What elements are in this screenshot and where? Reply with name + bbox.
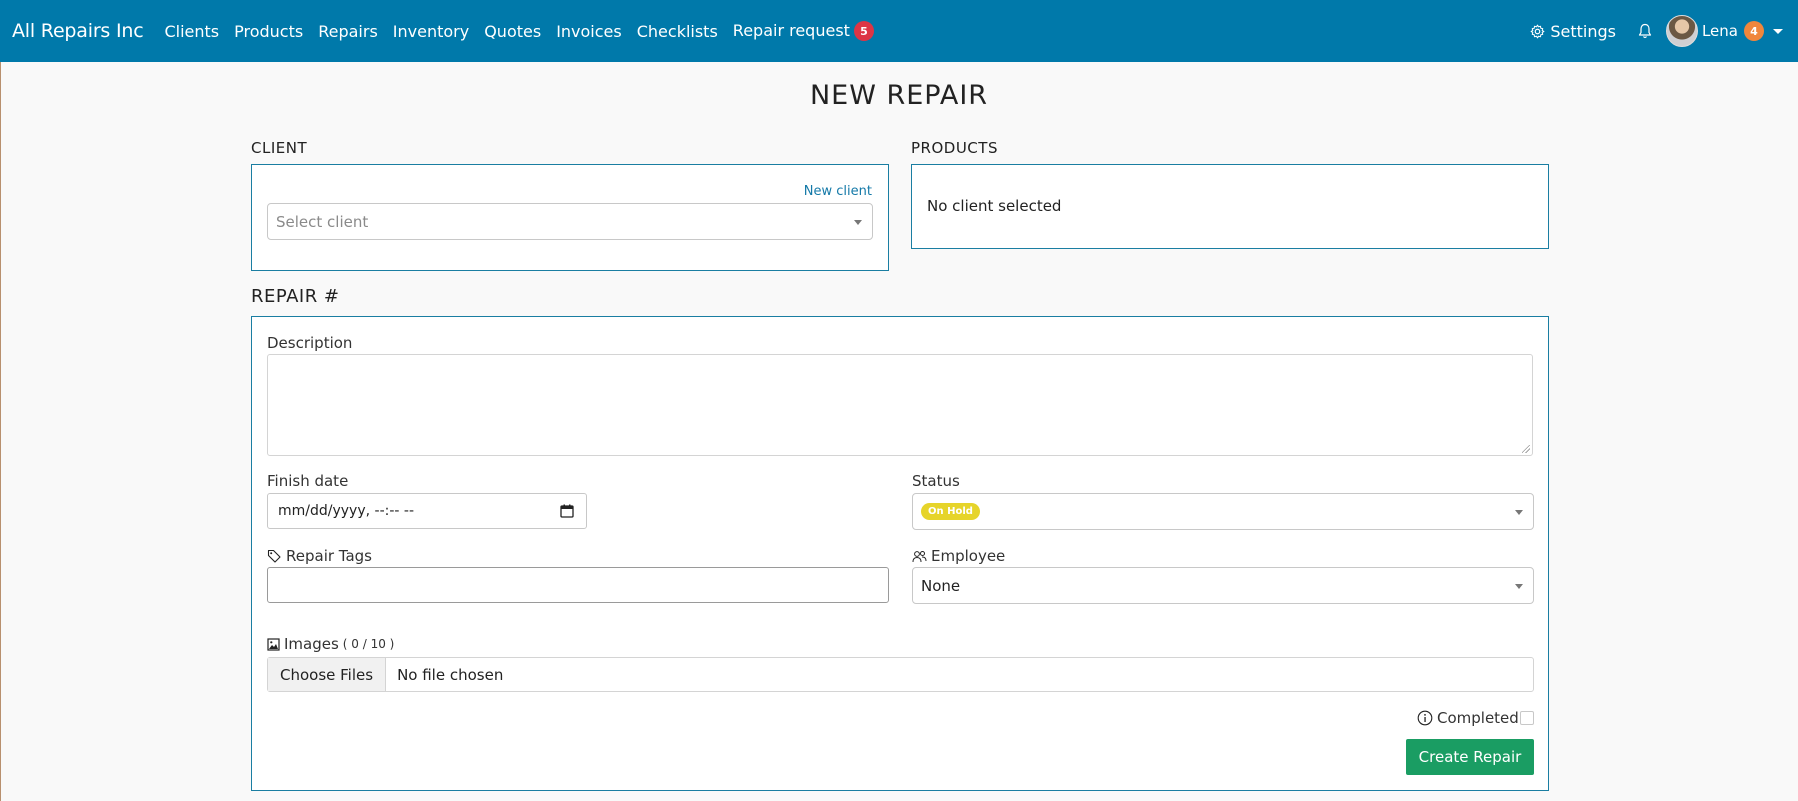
settings-link[interactable]: Settings xyxy=(1530,22,1616,41)
products-section-title: PRODUCTS xyxy=(911,139,998,157)
finish-date-placeholder: mm/dd/yyyy, --:-- -- xyxy=(278,503,415,519)
info-icon xyxy=(1417,710,1433,726)
repair-tags-label: Repair Tags xyxy=(267,547,372,565)
settings-label: Settings xyxy=(1550,21,1616,41)
create-repair-button[interactable]: Create Repair xyxy=(1406,739,1534,775)
resize-handle[interactable] xyxy=(1522,445,1530,453)
page-left-edge xyxy=(0,0,1,801)
completed-label: Completed xyxy=(1417,709,1519,727)
repair-tags-input[interactable] xyxy=(267,567,889,603)
notifications-button[interactable] xyxy=(1638,23,1652,39)
client-select-placeholder: Select client xyxy=(276,212,369,231)
calendar-icon[interactable] xyxy=(560,504,574,518)
tag-icon xyxy=(267,549,281,563)
finish-date-label: Finish date xyxy=(267,472,349,490)
status-on-hold-badge: On Hold xyxy=(921,503,980,520)
user-menu[interactable]: Lena 4 xyxy=(1665,15,1783,47)
client-section-title: CLIENT xyxy=(251,139,308,157)
image-icon xyxy=(267,637,280,651)
completed-checkbox[interactable] xyxy=(1520,711,1534,725)
employee-label: Employee xyxy=(912,547,1005,565)
top-navbar: All Repairs Inc Clients Products Repairs… xyxy=(0,0,1798,62)
completed-label-text: Completed xyxy=(1437,709,1519,727)
client-select[interactable]: Select client xyxy=(267,203,873,240)
description-label: Description xyxy=(267,334,353,352)
navbar-right: Settings Lena 4 xyxy=(1530,0,1798,62)
description-textarea[interactable] xyxy=(267,354,1533,456)
repair-tags-label-text: Repair Tags xyxy=(286,547,373,565)
user-notification-badge: 4 xyxy=(1744,21,1764,41)
repair-section-title: REPAIR # xyxy=(251,286,340,307)
nav-inventory[interactable]: Inventory xyxy=(393,22,469,41)
repair-panel: Description Finish date mm/dd/yyyy, --:-… xyxy=(251,316,1549,791)
images-label-text: Images xyxy=(284,635,339,653)
file-status-text: No file chosen xyxy=(397,665,504,684)
status-select[interactable]: On Hold xyxy=(912,493,1534,530)
employee-select-value: None xyxy=(921,576,961,595)
client-panel: New client Select client xyxy=(251,164,889,271)
chevron-down-icon xyxy=(1773,28,1783,34)
user-name: Lena xyxy=(1701,22,1738,40)
new-client-link[interactable]: New client xyxy=(804,184,872,199)
gear-icon xyxy=(1530,24,1545,38)
page-title: NEW REPAIR xyxy=(809,80,989,111)
brand-name[interactable]: All Repairs Inc xyxy=(12,20,144,42)
nav-repair-request[interactable]: Repair request 5 xyxy=(733,21,874,42)
dropdown-arrow-icon xyxy=(854,220,862,225)
users-icon xyxy=(912,550,927,562)
products-panel: No client selected xyxy=(911,164,1549,249)
nav-repairs[interactable]: Repairs xyxy=(318,22,378,41)
bell-icon xyxy=(1638,23,1652,39)
nav-repair-request-label: Repair request xyxy=(732,20,850,40)
images-count: ( 0 / 10 ) xyxy=(342,637,395,651)
images-file-input[interactable]: Choose Files No file chosen xyxy=(267,657,1534,692)
images-label: Images ( 0 / 10 ) xyxy=(267,635,394,653)
choose-files-button[interactable]: Choose Files xyxy=(268,658,387,691)
finish-date-input[interactable]: mm/dd/yyyy, --:-- -- xyxy=(267,493,587,529)
employee-select[interactable]: None xyxy=(912,567,1534,604)
nav-invoices[interactable]: Invoices xyxy=(556,22,622,41)
dropdown-arrow-icon xyxy=(1515,584,1523,589)
nav-checklists[interactable]: Checklists xyxy=(637,22,718,41)
dropdown-arrow-icon xyxy=(1515,510,1523,515)
no-client-selected-text: No client selected xyxy=(927,197,1062,215)
employee-label-text: Employee xyxy=(931,547,1006,565)
repair-request-count-badge: 5 xyxy=(853,21,874,42)
status-label: Status xyxy=(912,472,960,490)
nav-products[interactable]: Products xyxy=(234,22,303,41)
nav-quotes[interactable]: Quotes xyxy=(484,22,541,41)
avatar xyxy=(1665,15,1698,47)
nav-clients[interactable]: Clients xyxy=(164,22,219,41)
